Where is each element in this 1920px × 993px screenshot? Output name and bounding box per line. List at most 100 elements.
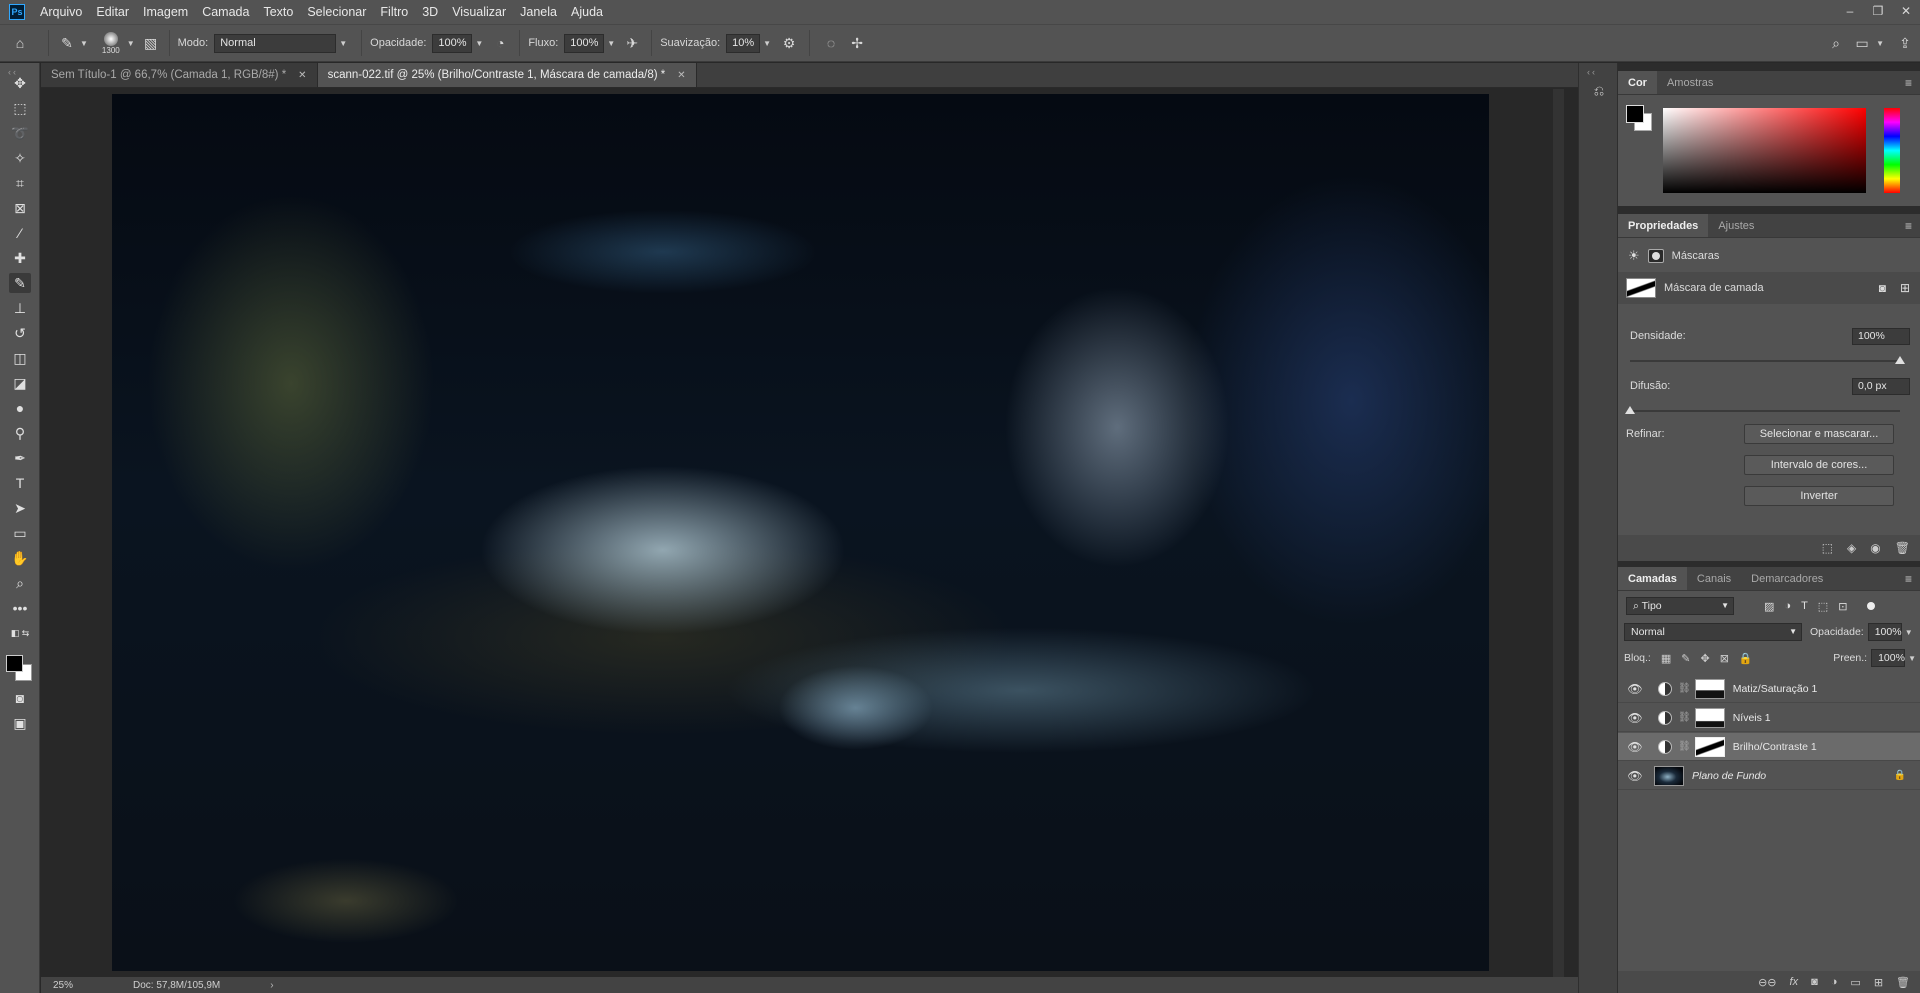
filter-adjustment-icon[interactable]: ◑	[1784, 600, 1791, 612]
density-input[interactable]: 100%	[1852, 327, 1910, 345]
mask-icon[interactable]	[1647, 249, 1664, 263]
chevron-down-icon[interactable]: ▼	[339, 39, 347, 48]
chevron-down-icon[interactable]: ▼	[127, 39, 135, 48]
filter-smart-object-icon[interactable]: ⊡	[1838, 600, 1847, 613]
filter-shape-icon[interactable]: ⬚	[1818, 600, 1828, 613]
color-picker-field[interactable]	[1663, 108, 1866, 193]
pressure-opacity-icon[interactable]: ◔	[489, 35, 511, 51]
menu-filtro[interactable]: Filtro	[373, 0, 415, 24]
eye-icon[interactable]: ◉	[1870, 541, 1880, 555]
layer-row[interactable]: 👁 Plano de Fundo 🔒	[1618, 762, 1920, 790]
menu-ajuda[interactable]: Ajuda	[564, 0, 610, 24]
feather-slider-handle[interactable]	[1625, 406, 1635, 414]
chevron-down-icon[interactable]: ▼	[607, 39, 615, 48]
link-icon[interactable]: ⛓	[1678, 712, 1691, 723]
menu-selecionar[interactable]: Selecionar	[300, 0, 373, 24]
close-window-button[interactable]: ✕	[1892, 0, 1920, 24]
brush-settings-icon[interactable]: ▧	[141, 35, 161, 52]
mask-icon[interactable]: ◙	[1811, 976, 1818, 988]
density-slider[interactable]	[1630, 356, 1905, 364]
tab-canais[interactable]: Canais	[1687, 567, 1741, 590]
feather-input[interactable]: 0,0 px	[1852, 377, 1910, 395]
foreground-color-swatch[interactable]	[6, 655, 23, 672]
foreground-color-swatch[interactable]	[1626, 105, 1644, 123]
menu-camada[interactable]: Camada	[195, 0, 256, 24]
lock-pixels-icon[interactable]: ✎	[1681, 652, 1690, 665]
filter-toggle-icon[interactable]	[1867, 602, 1876, 610]
vector-mask-icon[interactable]: ⊞	[1900, 281, 1910, 295]
fx-icon[interactable]: fx	[1790, 976, 1799, 988]
search-icon[interactable]: ⌕	[1821, 35, 1851, 52]
menu-arquivo[interactable]: Arquivo	[33, 0, 89, 24]
default-colors-icon[interactable]: ◧ ⇆	[9, 623, 31, 643]
tab-cor[interactable]: Cor	[1618, 71, 1657, 94]
brush-preview[interactable]: 1300	[102, 31, 120, 55]
chevron-down-icon[interactable]: ▼	[1876, 39, 1884, 48]
canvas-vertical-scrollbar[interactable]	[1540, 89, 1578, 977]
brush-tool-icon[interactable]: ✎	[9, 273, 31, 293]
pressure-size-icon[interactable]: ◌	[818, 35, 844, 51]
eye-icon[interactable]: 👁	[1624, 769, 1646, 783]
airbrush-icon[interactable]: ✈	[621, 35, 643, 52]
opacity-input[interactable]: 100%	[432, 33, 473, 53]
menu-visualizar[interactable]: Visualizar	[445, 0, 513, 24]
invert-button[interactable]: Inverter	[1744, 486, 1894, 506]
hand-tool-icon[interactable]: ✋	[9, 548, 31, 568]
layer-mask-thumbnail[interactable]	[1694, 678, 1725, 699]
adjustment-sun-icon[interactable]: ☀	[1628, 248, 1640, 264]
blend-mode-select[interactable]: Normal ▼	[1624, 623, 1802, 641]
folder-icon[interactable]: ▭	[1850, 976, 1860, 989]
layer-name[interactable]: Matiz/Saturação 1	[1733, 683, 1818, 695]
tab-amostras[interactable]: Amostras	[1657, 71, 1723, 94]
workspace-icon[interactable]: ▭	[1851, 35, 1873, 52]
panel-menu-icon[interactable]: ≡	[1905, 214, 1920, 237]
close-icon[interactable]: ✕	[298, 70, 306, 81]
lock-transparent-icon[interactable]: ▦	[1661, 652, 1671, 665]
lock-artboard-icon[interactable]: ⊠	[1720, 652, 1729, 665]
type-tool-icon[interactable]: T	[9, 473, 31, 493]
blur-tool-icon[interactable]: ●	[9, 398, 31, 418]
hue-slider[interactable]	[1884, 108, 1900, 193]
tab-sem-titulo[interactable]: Sem Título-1 @ 66,7% (Camada 1, RGB/8#) …	[41, 63, 318, 87]
path-selection-tool-icon[interactable]: ➤	[9, 498, 31, 518]
status-menu-icon[interactable]: ›	[270, 980, 273, 991]
home-icon[interactable]: ⌂	[0, 35, 40, 51]
lock-all-icon[interactable]: 🔒	[1739, 652, 1753, 665]
select-and-mask-button[interactable]: Selecionar e mascarar...	[1744, 424, 1894, 444]
pixel-mask-icon[interactable]: ◙	[1879, 281, 1886, 295]
scrollbar-track[interactable]	[1553, 89, 1564, 977]
panel-grip-icon[interactable]: ‹‹	[1587, 67, 1597, 77]
share-icon[interactable]: ⇪	[1890, 35, 1920, 52]
canvas-area[interactable]	[41, 89, 1578, 977]
dodge-tool-icon[interactable]: ⚲	[9, 423, 31, 443]
layer-filter-select[interactable]: ⌕ Tipo ▼	[1626, 597, 1734, 615]
layer-opacity-input[interactable]: 100%	[1867, 623, 1902, 641]
move-tool-icon[interactable]: ✥	[9, 73, 31, 93]
eye-icon[interactable]: 👁	[1624, 711, 1646, 725]
panel-menu-icon[interactable]: ≡	[1905, 71, 1920, 94]
menu-3d[interactable]: 3D	[415, 0, 445, 24]
lock-position-icon[interactable]: ✥	[1700, 652, 1709, 665]
document-image[interactable]	[112, 94, 1489, 971]
menu-texto[interactable]: Texto	[256, 0, 300, 24]
pen-tool-icon[interactable]: ✒	[9, 448, 31, 468]
minimize-button[interactable]: –	[1836, 0, 1864, 24]
density-slider-handle[interactable]	[1895, 356, 1905, 364]
link-icon[interactable]: ⛓	[1678, 741, 1691, 752]
layer-name[interactable]: Brilho/Contraste 1	[1733, 741, 1817, 753]
layer-row[interactable]: 👁 ⛓ Níveis 1	[1618, 704, 1920, 732]
lasso-tool-icon[interactable]: ➰	[9, 123, 31, 143]
layer-mask-thumbnail[interactable]	[1694, 736, 1725, 757]
tab-ajustes[interactable]: Ajustes	[1708, 214, 1764, 237]
paint-bucket-tool-icon[interactable]: ◪	[9, 373, 31, 393]
frame-tool-icon[interactable]: ⊠	[9, 198, 31, 218]
fill-input[interactable]: 100%	[1871, 649, 1906, 667]
layer-row[interactable]: 👁 ⛓ Matiz/Saturação 1	[1618, 675, 1920, 703]
eye-icon[interactable]: 👁	[1624, 740, 1646, 754]
more-tools-icon[interactable]: •••	[9, 598, 31, 618]
tab-camadas[interactable]: Camadas	[1618, 567, 1687, 590]
chevron-down-icon[interactable]: ▼	[475, 39, 483, 48]
mode-select[interactable]: Normal	[214, 33, 337, 53]
zoom-tool-icon[interactable]: ⌕	[9, 573, 31, 593]
eye-icon[interactable]: 👁	[1624, 682, 1646, 696]
